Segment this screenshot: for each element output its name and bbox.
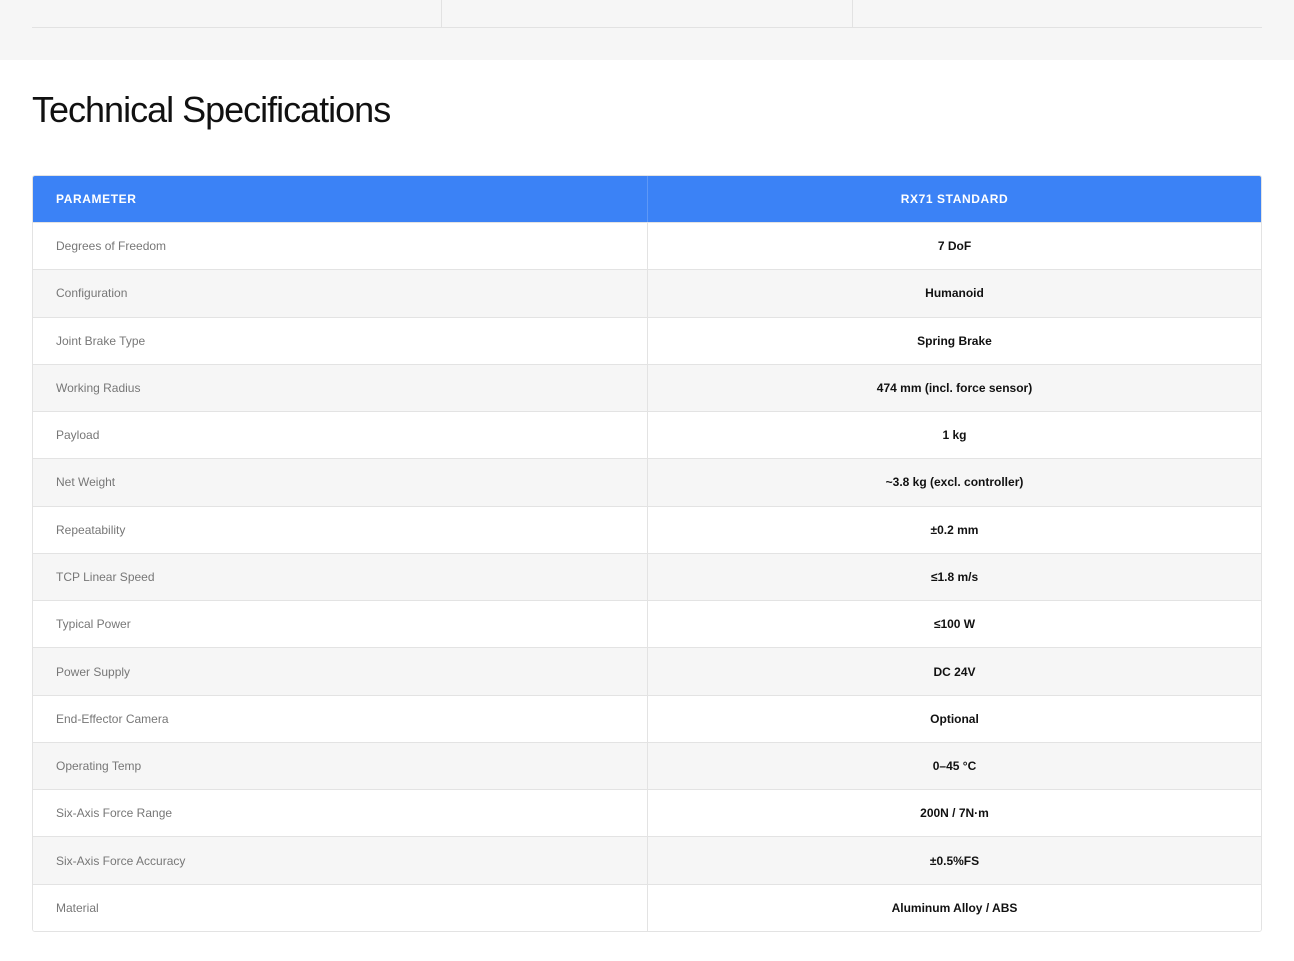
row-value: ±0.5%FS (929, 853, 980, 868)
row-parameter: Repeatability (33, 506, 648, 553)
header-parameter: PARAMETER (33, 176, 648, 222)
row-parameter: Operating Temp (33, 742, 648, 790)
previous-section-band (0, 0, 1294, 60)
row-value: 7 DoF (937, 239, 972, 254)
row-value: ±0.2 mm (930, 522, 979, 537)
table-row: Six-Axis Force Range 200N / 7N·m (33, 789, 1261, 837)
row-value: DC 24V (933, 664, 976, 679)
row-value: ≤1.8 m/s (930, 569, 979, 584)
row-parameter: Six-Axis Force Range (33, 790, 648, 837)
table-row: Six-Axis Force Accuracy ±0.5%FS (33, 836, 1261, 884)
row-value: Humanoid (925, 286, 984, 301)
row-value: 1 kg (942, 428, 967, 443)
row-value: ~3.8 kg (excl. controller) (885, 475, 1024, 490)
table-row: Operating Temp 0–45 °C (33, 741, 1261, 790)
row-parameter: Six-Axis Force Accuracy (33, 837, 648, 884)
table-row: Working Radius 474 mm (incl. force senso… (33, 363, 1261, 412)
table-row: Typical Power ≤100 W (33, 600, 1261, 648)
row-parameter: Configuration (33, 270, 648, 317)
row-parameter: Degrees of Freedom (33, 223, 648, 270)
table-row: Payload 1 kg (33, 411, 1261, 459)
table-row: Configuration Humanoid (33, 269, 1261, 317)
table-row: TCP Linear Speed ≤1.8 m/s (33, 552, 1261, 601)
spec-table-header: PARAMETER RX71 STANDARD (33, 176, 1261, 222)
header-model: RX71 STANDARD (900, 192, 1009, 206)
row-value: 200N / 7N·m (920, 806, 989, 821)
section-title: Technical Specifications (32, 89, 391, 130)
row-value: ≤100 W (933, 617, 976, 632)
row-value: Spring Brake (917, 333, 992, 348)
row-parameter: End-Effector Camera (33, 695, 648, 742)
row-parameter: Typical Power (33, 601, 648, 648)
spec-table-body: Degrees of Freedom 7 DoF Configuration H… (33, 222, 1261, 931)
row-value: 0–45 °C (932, 759, 977, 774)
table-row: Power Supply DC 24V (33, 647, 1261, 695)
previous-section-grid (32, 0, 1262, 28)
row-value: Optional (930, 711, 979, 726)
previous-section-cell (441, 0, 851, 28)
row-parameter: Material (33, 884, 648, 931)
row-value: 474 mm (incl. force sensor) (876, 380, 1033, 395)
row-parameter: Power Supply (33, 648, 648, 695)
table-row: Joint Brake Type Spring Brake (33, 316, 1261, 364)
row-value: Aluminum Alloy / ABS (891, 900, 1018, 915)
previous-section-cell (32, 0, 441, 28)
row-parameter: TCP Linear Speed (33, 553, 648, 601)
table-row: Repeatability ±0.2 mm (33, 505, 1261, 553)
spec-table: PARAMETER RX71 STANDARD Degrees of Freed… (32, 175, 1262, 932)
row-parameter: Joint Brake Type (33, 317, 648, 364)
row-parameter: Net Weight (33, 459, 648, 506)
table-row: End-Effector Camera Optional (33, 694, 1261, 742)
row-parameter: Working Radius (33, 364, 648, 412)
row-parameter: Payload (33, 412, 648, 459)
table-row: Degrees of Freedom 7 DoF (33, 222, 1261, 270)
table-row: Net Weight ~3.8 kg (excl. controller) (33, 458, 1261, 506)
table-row: Material Aluminum Alloy / ABS (33, 883, 1261, 931)
previous-section-cell (851, 0, 1262, 28)
